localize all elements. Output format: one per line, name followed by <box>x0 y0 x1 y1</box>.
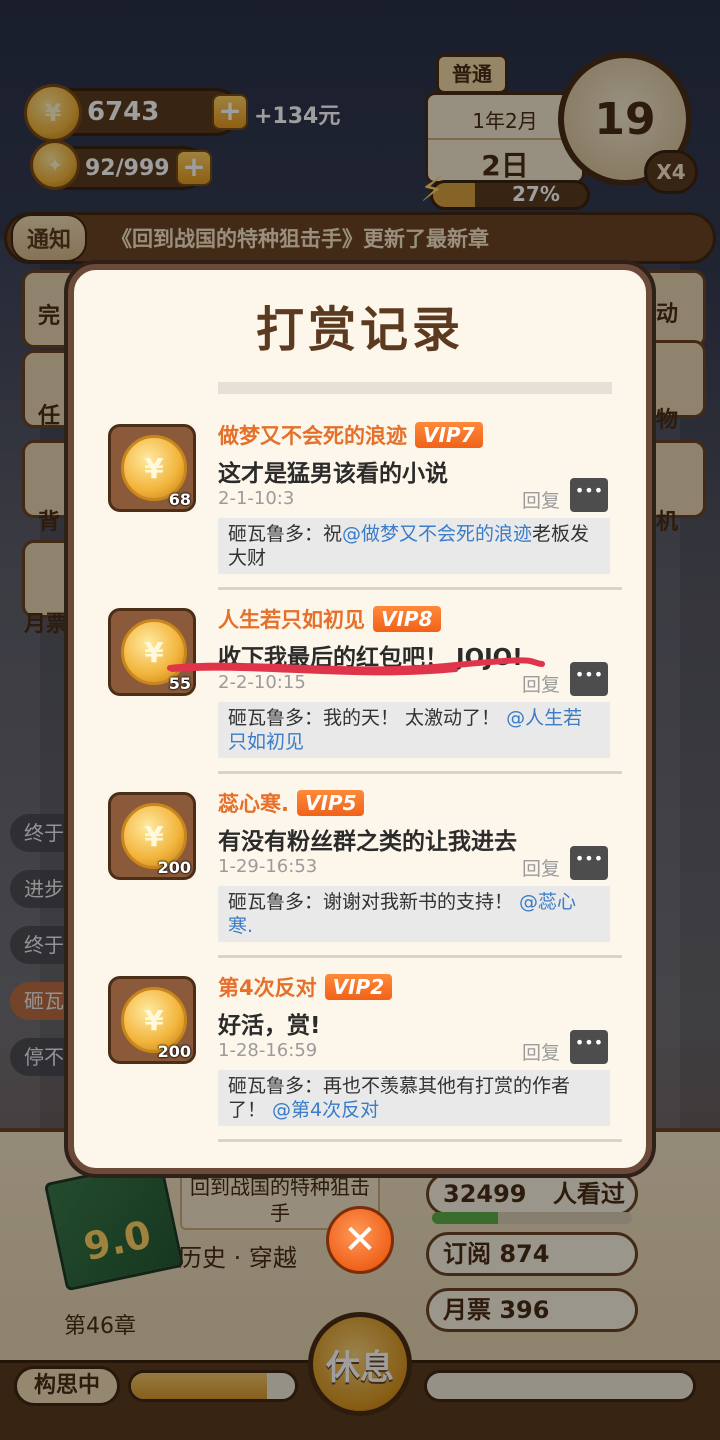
tip-message: 这才是猛男该看的小说 <box>218 461 448 487</box>
tip-message: 有没有粉丝群之类的让我进去 <box>218 829 517 855</box>
tipper-name: 第4次反对 VIP2 <box>218 972 393 1002</box>
comment-icon[interactable]: ••• <box>570 1030 608 1064</box>
tipper-avatar[interactable]: ¥ 200 <box>108 792 196 880</box>
tip-time: 2-1-10:3 <box>218 488 295 509</box>
reply-author: 砸瓦鲁多：谢谢对我新书的支持！ <box>228 891 520 913</box>
tipper-name-text: 做梦又不会死的浪迹 <box>218 424 407 448</box>
tip-count: 200 <box>157 858 191 877</box>
reply-mention[interactable]: @做梦又不会死的浪迹 <box>342 523 532 545</box>
vip-badge: VIP5 <box>296 790 365 816</box>
vip-badge: VIP2 <box>324 974 393 1000</box>
list-top-divider <box>218 382 612 394</box>
tip-message: 好活，赏! <box>218 1013 321 1039</box>
comment-icon[interactable]: ••• <box>570 662 608 696</box>
red-scribble <box>167 657 545 676</box>
vip-badge: VIP7 <box>415 422 483 448</box>
comment-icon[interactable]: ••• <box>570 478 608 512</box>
tipper-name: 做梦又不会死的浪迹 VIP7 <box>218 420 483 450</box>
tipper-name-text: 人生若只如初见 <box>218 608 365 632</box>
tip-record: ¥ 200 蕊心寒. VIP5 有没有粉丝群之类的让我进去 1-29-16:53… <box>106 774 622 958</box>
tip-count: 200 <box>157 1042 191 1061</box>
modal-title: 打赏记录 <box>255 302 464 358</box>
tipper-avatar[interactable]: ¥ 200 <box>108 976 196 1064</box>
author-reply: 砸瓦鲁多：我的天！ 太激动了！ @人生若只如初见 <box>218 702 610 758</box>
tipper-avatar[interactable]: ¥ 68 <box>108 424 196 512</box>
reply-mention[interactable]: @第4次反对 <box>272 1099 379 1121</box>
tip-record: ¥ 200 第4次反对 VIP2 好活，赏! 1-28-16:59 回复 •••… <box>106 958 622 1142</box>
reply-author: 砸瓦鲁多：祝 <box>228 523 343 545</box>
reply-link[interactable]: 回复 <box>522 1038 560 1065</box>
tip-time: 1-28-16:59 <box>218 1040 318 1061</box>
tipper-name: 蕊心寒. VIP5 <box>218 788 365 818</box>
comment-icon[interactable]: ••• <box>570 846 608 880</box>
vip-badge: VIP8 <box>373 606 441 632</box>
tipper-name: 人生若只如初见 VIP8 <box>218 604 441 634</box>
author-reply: 砸瓦鲁多：祝@做梦又不会死的浪迹老板发大财 <box>218 518 610 574</box>
author-reply: 砸瓦鲁多：再也不羡慕其他有打赏的作者了！ @第4次反对 <box>218 1070 610 1126</box>
close-icon[interactable]: ✕ <box>326 1206 394 1274</box>
tipper-name-text: 第4次反对 <box>218 976 317 1000</box>
tipper-name-text: 蕊心寒. <box>218 792 289 816</box>
record-divider <box>218 1139 622 1142</box>
tip-count: 68 <box>168 490 191 509</box>
reply-author: 砸瓦鲁多：我的天！ 太激动了！ <box>228 707 507 729</box>
tip-record: ¥ 68 做梦又不会死的浪迹 VIP7 这才是猛男该看的小说 2-1-10:3 … <box>106 406 622 590</box>
reply-link[interactable]: 回复 <box>522 854 560 881</box>
author-reply: 砸瓦鲁多：谢谢对我新书的支持！ @蕊心寒. <box>218 886 610 942</box>
tip-records-modal: 打赏记录 ¥ 68 做梦又不会死的浪迹 VIP7 这才是猛男该看的小说 2-1-… <box>68 264 652 1174</box>
tip-time: 1-29-16:53 <box>218 856 318 877</box>
reply-link[interactable]: 回复 <box>522 486 560 513</box>
